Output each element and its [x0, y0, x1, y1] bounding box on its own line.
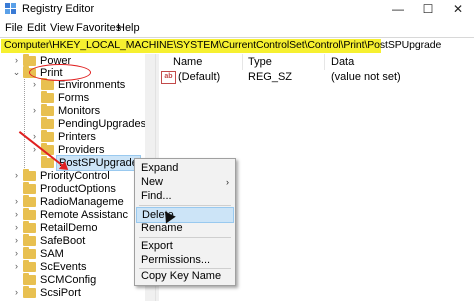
window-title: Registry Editor: [22, 3, 95, 15]
column-header-name[interactable]: Name: [173, 54, 202, 70]
context-menu-permissions[interactable]: Permissions...: [136, 253, 234, 267]
folder-icon: [23, 54, 36, 66]
folder-icon: [41, 130, 54, 142]
folder-icon: [23, 260, 36, 272]
menu-view[interactable]: View: [50, 22, 74, 34]
menu-separator: [139, 237, 231, 238]
context-menu: Expand New › Find... Delete Rename Export…: [134, 158, 236, 286]
chevron-right-icon[interactable]: ›: [12, 234, 21, 247]
address-bar[interactable]: Computer\HKEY_LOCAL_MACHINE\SYSTEM\Curre…: [0, 37, 474, 55]
folder-icon: [23, 286, 36, 298]
menu-help[interactable]: Help: [117, 22, 140, 34]
close-button[interactable]: ✕: [443, 0, 473, 19]
maximize-button[interactable]: ☐: [413, 0, 443, 19]
annotation-circle: [29, 64, 91, 81]
column-divider[interactable]: [242, 54, 243, 70]
value-type-cell: REG_SZ: [248, 71, 293, 83]
folder-icon: [23, 221, 36, 233]
menu-bar: File Edit View Favorites Help: [0, 19, 474, 37]
address-path[interactable]: Computer\HKEY_LOCAL_MACHINE\SYSTEM\Curre…: [4, 39, 441, 51]
value-data-cell: (value not set): [331, 71, 401, 83]
minimize-button[interactable]: —: [383, 0, 413, 19]
tree-guide-line: [24, 76, 25, 174]
context-menu-expand[interactable]: Expand: [136, 161, 234, 175]
folder-icon: [41, 91, 54, 103]
column-divider[interactable]: [324, 54, 325, 70]
context-menu-copy-key-name[interactable]: Copy Key Name: [136, 269, 234, 283]
menu-edit[interactable]: Edit: [27, 22, 46, 34]
folder-icon: [23, 169, 36, 181]
menu-separator: [139, 205, 231, 206]
chevron-right-icon[interactable]: ›: [12, 247, 21, 260]
folder-icon: [41, 156, 54, 168]
chevron-right-icon[interactable]: ›: [12, 260, 21, 273]
chevron-right-icon[interactable]: ›: [12, 208, 21, 221]
menu-file[interactable]: File: [5, 22, 23, 34]
column-header-data[interactable]: Data: [331, 54, 354, 70]
folder-icon: [41, 117, 54, 129]
chevron-right-icon[interactable]: ›: [12, 221, 21, 234]
context-menu-new[interactable]: New ›: [136, 175, 234, 189]
folder-icon: [41, 104, 54, 116]
folder-icon: [23, 273, 36, 285]
chevron-down-icon[interactable]: ⌄: [12, 66, 21, 79]
folder-icon: [23, 247, 36, 259]
folder-icon: [41, 78, 54, 90]
chevron-right-icon[interactable]: ›: [12, 169, 21, 182]
folder-icon: [23, 234, 36, 246]
folder-icon: [23, 208, 36, 220]
chevron-right-icon[interactable]: ›: [12, 286, 21, 299]
context-menu-rename[interactable]: Rename: [136, 221, 234, 235]
menu-favorites[interactable]: Favorites: [76, 22, 121, 34]
registry-editor-icon: [5, 3, 16, 14]
title-bar: Registry Editor — ☐ ✕: [0, 0, 474, 19]
folder-icon: [23, 182, 36, 194]
submenu-arrow-icon: ›: [226, 177, 229, 187]
tree-pane: › Power ⌄ Print › Environments Forms › M…: [0, 54, 155, 301]
chevron-right-icon[interactable]: ›: [12, 195, 21, 208]
string-value-icon: ab: [161, 70, 176, 84]
context-menu-export[interactable]: Export: [136, 239, 234, 253]
chevron-right-icon[interactable]: ›: [30, 78, 39, 91]
value-name-cell: ab (Default): [161, 70, 220, 84]
context-menu-find[interactable]: Find...: [136, 189, 234, 203]
column-header-type[interactable]: Type: [248, 54, 272, 70]
chevron-right-icon[interactable]: ›: [30, 104, 39, 117]
folder-icon: [23, 195, 36, 207]
